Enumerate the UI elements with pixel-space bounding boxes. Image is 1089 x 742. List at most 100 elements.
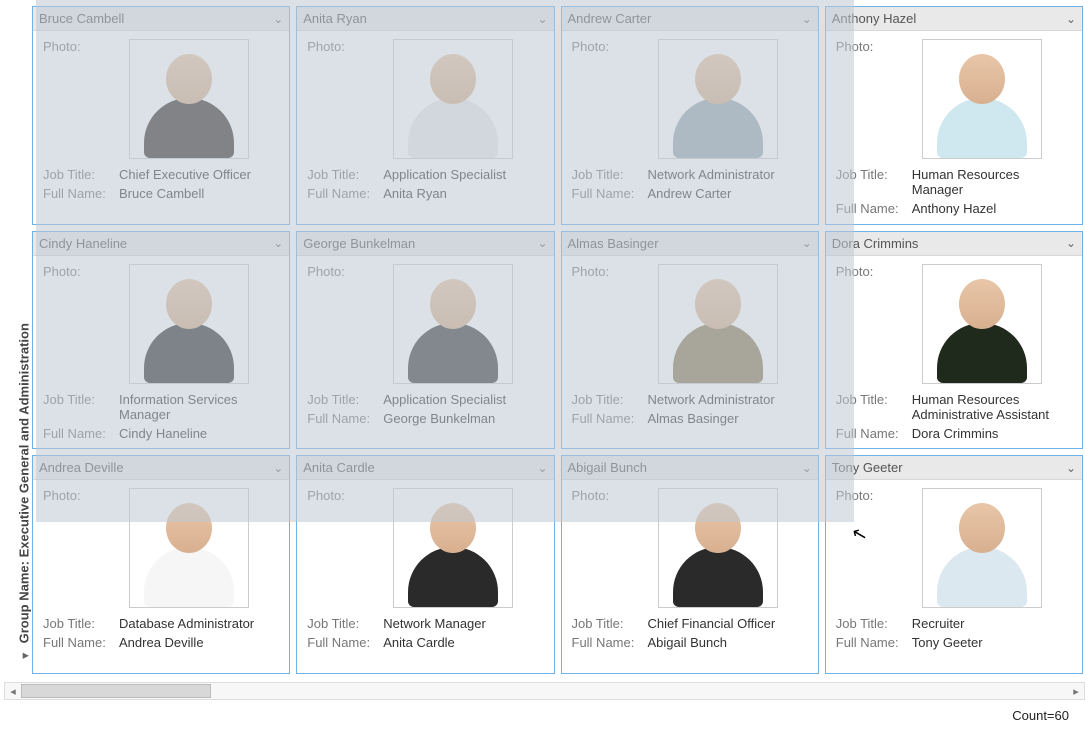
card-header[interactable]: George Bunkelman ⌄ [297, 232, 553, 256]
card-header[interactable]: Anita Ryan⌄ [297, 7, 553, 31]
full-name-value: Almas Basinger [648, 411, 808, 426]
job-title-label: Job Title: [307, 392, 379, 407]
card-body: Photo: Job Title:Network ManagerFull Name… [297, 480, 553, 673]
card-fields: Job Title:Application SpecialistFull Nam… [307, 392, 543, 426]
chevron-down-icon[interactable]: ⌄ [273, 236, 283, 250]
chevron-down-icon[interactable]: ⌄ [537, 461, 547, 475]
collapse-icon[interactable]: ▾ [19, 653, 32, 659]
photo [393, 488, 513, 608]
card-fields: Job Title:RecruiterFull Name:Tony Geeter [836, 616, 1072, 650]
job-title-value: Chief Financial Officer [648, 616, 808, 631]
scroll-track[interactable] [21, 683, 1068, 699]
employee-card[interactable]: Tony Geeter ⌄ Photo:Job Title:RecruiterFul… [825, 455, 1083, 674]
job-title-value: Human Resources Manager [912, 167, 1072, 197]
card-header[interactable]: Cindy Haneline ⌄ [33, 232, 289, 256]
employee-card[interactable]: Dora Crimmins⌄Photo:Job Title:Human Reso… [825, 231, 1083, 450]
employee-card[interactable]: Andrew Carter ⌄ Photo:Job Title:Network Ad… [561, 6, 819, 225]
chevron-down-icon[interactable]: ⌄ [537, 236, 547, 250]
employee-card[interactable]: Andrea Deville⌄Photo:Job Title:Database … [32, 455, 290, 674]
photo-label: Photo: [307, 264, 367, 279]
card-header[interactable]: Andrew Carter ⌄ [562, 7, 818, 31]
card-title: Andrew Carter [568, 11, 652, 26]
card-fields: Job Title:Database AdministratorFull Nam… [43, 616, 279, 650]
card-title: Cindy Haneline [39, 236, 127, 251]
chevron-down-icon[interactable]: ⌄ [802, 236, 812, 250]
full-name-label: Full Name: [307, 186, 379, 201]
chevron-down-icon[interactable]: ⌄ [1066, 236, 1076, 250]
full-name-value: Cindy Haneline [119, 426, 279, 441]
card-fields: Job Title:Information Services ManagerFu… [43, 392, 279, 441]
card-header[interactable]: Bruce Cambell ⌄ [33, 7, 289, 31]
card-body: Photo:Job Title:Information Services Man… [33, 256, 289, 449]
card-fields: Job Title:Network AdministratorFull Name… [572, 167, 808, 201]
chevron-down-icon[interactable]: ⌄ [1066, 12, 1076, 26]
card-body: Photo:Job Title:Network AdministratorFul… [562, 256, 818, 449]
card-body: Photo:Job Title:RecruiterFull Name:Tony … [826, 480, 1082, 673]
card-header[interactable]: Abigail Bunch ⌄ [562, 456, 818, 480]
scroll-thumb[interactable] [21, 684, 211, 698]
group-label-value: Executive General and Administration [16, 323, 31, 557]
photo [922, 39, 1042, 159]
card-fields: Job Title:Network ManagerFull Name:Anita… [307, 616, 543, 650]
employee-card[interactable]: Anita Cardle⌄Photo:Job Title:Network Man… [296, 455, 554, 674]
full-name-label: Full Name: [572, 411, 644, 426]
card-header[interactable]: Almas Basinger⌄ [562, 232, 818, 256]
employee-card[interactable]: Bruce Cambell⌄Photo:Job Title:Chief Exec… [32, 6, 290, 225]
card-title: Andrea Deville [39, 460, 124, 475]
chevron-down-icon[interactable]: ⌄ [802, 12, 812, 26]
card-header[interactable]: Anita Cardle⌄ [297, 456, 553, 480]
full-name-label: Full Name: [572, 635, 644, 650]
photo-label: Photo: [307, 488, 367, 503]
card-grid: Bruce Cambell⌄Photo:Job Title:Chief Exec… [30, 4, 1085, 676]
photo [129, 488, 249, 608]
job-title-label: Job Title: [836, 392, 908, 422]
photo-label: Photo: [43, 39, 103, 54]
card-body: Photo:Job Title:Network AdministratorFul… [562, 31, 818, 224]
employee-card[interactable]: George Bunkelman ⌄ Photo: Job Title:Applica… [296, 231, 554, 450]
chevron-down-icon[interactable]: ⌄ [273, 461, 283, 475]
scroll-right-arrow-icon[interactable]: ▸ [1068, 683, 1084, 699]
full-name-label: Full Name: [836, 201, 908, 216]
full-name-label: Full Name: [43, 186, 115, 201]
footer-summary: Count=60 [0, 702, 1089, 729]
horizontal-scrollbar[interactable]: ◂ ▸ [4, 682, 1085, 700]
full-name-value: Dora Crimmins [912, 426, 1072, 441]
card-title: Tony Geeter [832, 460, 903, 475]
full-name-value: Anita Cardle [383, 635, 543, 650]
card-title: Bruce Cambell [39, 11, 124, 26]
group-header-strip[interactable]: ▾ Group Name: Executive General and Admi… [4, 4, 30, 676]
full-name-label: Full Name: [836, 635, 908, 650]
job-title-value: Network Administrator [648, 392, 808, 407]
employee-card[interactable]: Almas Basinger⌄Photo:Job Title:Network A… [561, 231, 819, 450]
card-header[interactable]: Anthony Hazel⌄ [826, 7, 1082, 31]
chevron-down-icon[interactable]: ⌄ [273, 12, 283, 26]
photo-label: Photo: [836, 488, 896, 503]
card-header[interactable]: Andrea Deville ⌄ [33, 456, 289, 480]
full-name-label: Full Name: [836, 426, 908, 441]
full-name-value: Abigail Bunch [648, 635, 808, 650]
card-title: George Bunkelman [303, 236, 415, 251]
card-body: Photo:Job Title:Human Resources ManagerF… [826, 31, 1082, 224]
chevron-down-icon[interactable]: ⌄ [537, 12, 547, 26]
card-fields: Job Title: Network Administrator Full Name… [572, 392, 808, 426]
card-header[interactable]: Dora Crimmins⌄ [826, 232, 1082, 256]
full-name-value: Tony Geeter [912, 635, 1072, 650]
scroll-left-arrow-icon[interactable]: ◂ [5, 683, 21, 699]
employee-card[interactable]: Anthony Hazel⌄Photo:Job Title:Human Reso… [825, 6, 1083, 225]
employee-card[interactable]: Cindy Haneline ⌄ Photo:Job Title:Informati… [32, 231, 290, 450]
job-title-label: Job Title: [43, 392, 115, 422]
card-title: Abigail Bunch [568, 460, 648, 475]
card-header[interactable]: Tony Geeter ⌄ [826, 456, 1082, 480]
job-title-label: Job Title: [307, 616, 379, 631]
job-title-label: Job Title: [307, 167, 379, 182]
group-label-prefix: Group Name: [16, 561, 31, 643]
job-title-label: Job Title: [572, 392, 644, 407]
photo [393, 39, 513, 159]
employee-card[interactable]: Anita Ryan⌄Photo:Job Title:Application S… [296, 6, 554, 225]
employee-card[interactable]: Abigail Bunch⌄Photo:Job Title:Chief Fina… [561, 455, 819, 674]
chevron-down-icon[interactable]: ⌄ [1066, 461, 1076, 475]
job-title-value: Database Administrator [119, 616, 279, 631]
chevron-down-icon[interactable]: ⌄ [802, 461, 812, 475]
photo [922, 488, 1042, 608]
card-fields: Job Title:Application SpecialistFull Nam… [307, 167, 543, 201]
